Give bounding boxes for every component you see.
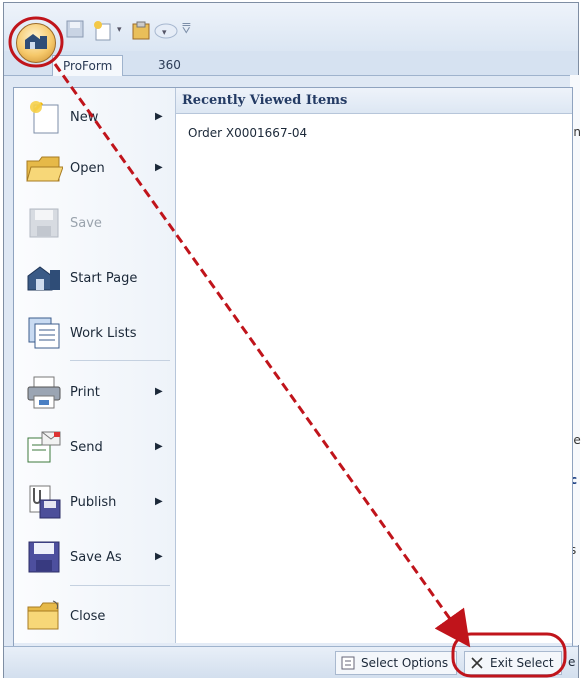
publish-icon xyxy=(24,482,64,522)
save-icon[interactable] xyxy=(66,20,84,42)
send-icon xyxy=(24,427,64,467)
chevron-down-icon[interactable]: ▾ xyxy=(117,25,122,35)
submenu-arrow-icon: ▶ xyxy=(155,441,163,452)
application-menu: New ▶ Open ▶ Save Start Page Work Lists … xyxy=(13,87,573,647)
menu-item-label: Save As xyxy=(70,549,122,565)
close-icon xyxy=(469,655,485,671)
svg-text:▾: ▾ xyxy=(162,28,167,38)
submenu-arrow-icon: ▶ xyxy=(155,496,163,507)
menu-item-print[interactable]: Print ▶ xyxy=(14,367,175,417)
submenu-arrow-icon: ▶ xyxy=(155,162,163,173)
menu-item-label: Send xyxy=(70,439,103,455)
menu-item-label: New xyxy=(70,109,99,125)
exit-select-button[interactable]: Exit Select xyxy=(464,651,562,675)
menu-divider xyxy=(70,585,170,586)
menu-item-label: Save xyxy=(70,215,102,231)
ribbon-tabs: ProForm 360 xyxy=(4,51,578,76)
tab-360[interactable]: 360 xyxy=(148,55,191,75)
menu-item-save: Save xyxy=(14,198,175,248)
bg-text: e xyxy=(568,655,576,669)
recent-items-panel: Recently Viewed Items Order X0001667-04 xyxy=(176,88,572,643)
menu-item-label: Work Lists xyxy=(70,325,137,341)
menu-divider xyxy=(70,360,170,361)
menu-item-start-page[interactable]: Start Page xyxy=(14,253,175,303)
tab-proform[interactable]: ProForm xyxy=(52,55,124,76)
submenu-arrow-icon: ▶ xyxy=(155,551,163,562)
exit-select-label: Exit Select xyxy=(490,656,554,670)
menu-item-publish[interactable]: Publish ▶ xyxy=(14,477,175,527)
recent-item[interactable]: Order X0001667-04 xyxy=(188,126,307,140)
menu-footer: Select Options Exit Select e xyxy=(4,646,578,678)
home-icon xyxy=(24,32,48,54)
dropdown-button[interactable]: ▾ xyxy=(154,23,178,43)
menu-item-label: Close xyxy=(70,608,106,624)
menu-item-label: Print xyxy=(70,384,100,400)
menu-item-close[interactable]: Close xyxy=(14,591,175,641)
quick-access-toolbar: ▾ ▾ ⩢ xyxy=(4,3,578,51)
home-icon xyxy=(24,258,64,298)
submenu-arrow-icon: ▶ xyxy=(155,386,163,397)
select-options-label: Select Options xyxy=(361,656,449,670)
customize-qat-icon[interactable]: ⩢ xyxy=(182,21,191,37)
open-folder-icon xyxy=(24,148,64,188)
select-options-button[interactable]: Select Options xyxy=(335,651,457,675)
menu-item-label: Start Page xyxy=(70,270,138,286)
printer-icon xyxy=(24,372,64,412)
menu-item-send[interactable]: Send ▶ xyxy=(14,422,175,472)
menu-item-open[interactable]: Open ▶ xyxy=(14,143,175,193)
menu-item-new[interactable]: New ▶ xyxy=(14,92,175,142)
options-icon xyxy=(340,655,356,671)
application-menu-button[interactable] xyxy=(16,23,56,63)
work-lists-icon xyxy=(24,313,64,353)
app-window: ▾ ▾ ⩢ ProForm 360 in le c s New ▶ Open ▶… xyxy=(3,2,581,678)
menu-command-list: New ▶ Open ▶ Save Start Page Work Lists … xyxy=(14,88,176,643)
menu-item-work-lists[interactable]: Work Lists xyxy=(14,308,175,358)
submenu-arrow-icon: ▶ xyxy=(155,111,163,122)
close-folder-icon xyxy=(24,596,64,636)
menu-item-save-as[interactable]: Save As ▶ xyxy=(14,532,175,582)
new-document-icon xyxy=(24,97,64,137)
save-as-icon xyxy=(24,537,64,577)
menu-item-label: Publish xyxy=(70,494,117,510)
new-icon[interactable] xyxy=(92,20,114,46)
recent-items-heading: Recently Viewed Items xyxy=(176,88,572,114)
clipboard-icon[interactable] xyxy=(130,20,152,46)
save-disk-icon xyxy=(24,203,64,243)
menu-item-label: Open xyxy=(70,160,105,176)
